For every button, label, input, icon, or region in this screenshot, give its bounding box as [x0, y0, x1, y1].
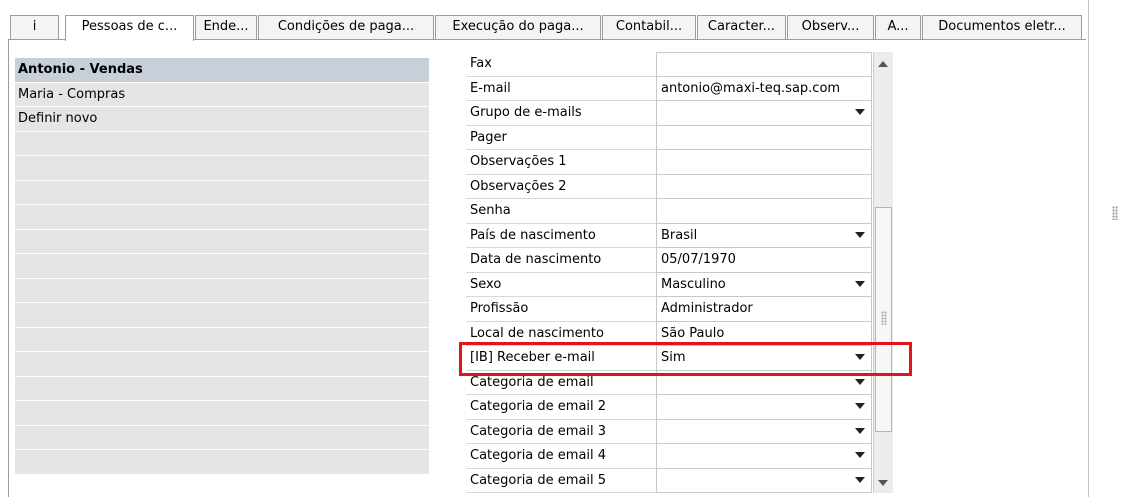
field-label: País de nascimento	[466, 224, 656, 248]
contact-row-empty[interactable]	[15, 180, 429, 205]
tab-electronic-documents[interactable]: Documentos eletr...	[922, 15, 1082, 39]
contact-row-selected[interactable]: Antonio - Vendas	[15, 58, 429, 83]
select-value: Masculino	[661, 276, 726, 292]
scroll-up-icon[interactable]	[878, 61, 888, 67]
field-row-email-category-5: Categoria de email 5	[466, 468, 872, 493]
chevron-down-icon[interactable]	[855, 109, 865, 115]
chevron-down-icon[interactable]	[855, 452, 865, 458]
fax-field[interactable]	[656, 52, 872, 77]
field-row-email-group: Grupo de e-mails	[466, 101, 872, 126]
birth-date-field[interactable]: 05/07/1970	[656, 248, 872, 273]
contact-row-empty[interactable]	[15, 352, 429, 377]
field-label: Categoria de email 3	[466, 420, 656, 444]
tab-remarks[interactable]: Observ...	[787, 15, 874, 39]
field-row-email-category-3: Categoria de email 3	[466, 419, 872, 444]
remarks-2-field[interactable]	[656, 174, 872, 199]
field-label: Categoria de email 4	[466, 444, 656, 469]
field-row-email-category-4: Categoria de email 4	[466, 444, 872, 469]
email-group-select[interactable]	[656, 101, 872, 126]
contact-row-empty[interactable]	[15, 401, 429, 426]
window-right-border	[1088, 0, 1089, 497]
field-row-sex: Sexo Masculino	[466, 272, 872, 297]
contact-list: Antonio - Vendas Maria - Compras Definir…	[15, 58, 429, 498]
contact-row-empty[interactable]	[15, 131, 429, 156]
field-row-password: Senha	[466, 199, 872, 224]
field-label: Grupo de e-mails	[466, 101, 656, 126]
field-label: Pager	[466, 126, 656, 150]
field-row-remarks-2: Observações 2	[466, 174, 872, 199]
chevron-down-icon[interactable]	[855, 403, 865, 409]
field-row-birth-country: País de nascimento Brasil	[466, 223, 872, 248]
scrollbar-thumb[interactable]	[875, 207, 892, 432]
tab-bar: i Pessoas de c... Ende... Condições de p…	[8, 15, 1088, 41]
field-row-fax: Fax	[466, 52, 872, 77]
tab-addresses[interactable]: Ende...	[195, 15, 257, 39]
resize-grip-icon[interactable]	[1112, 206, 1118, 220]
pager-field[interactable]	[656, 125, 872, 150]
sex-select[interactable]: Masculino	[656, 272, 872, 297]
field-label: Categoria de email 5	[466, 469, 656, 493]
field-label: Profissão	[466, 297, 656, 322]
contact-row-empty[interactable]	[15, 425, 429, 450]
chevron-down-icon[interactable]	[855, 231, 865, 238]
field-label: Data de nascimento	[466, 248, 656, 273]
password-field[interactable]	[656, 199, 872, 224]
birth-country-select[interactable]: Brasil	[656, 223, 872, 248]
chevron-down-icon[interactable]	[855, 378, 865, 385]
contact-row-empty[interactable]	[15, 450, 429, 475]
contact-row-empty[interactable]	[15, 376, 429, 401]
highlight-box	[459, 342, 912, 376]
tab-contact-persons[interactable]: Pessoas de c...	[65, 15, 194, 41]
vertical-scrollbar[interactable]	[873, 52, 893, 493]
field-row-pager: Pager	[466, 125, 872, 150]
contact-row-empty[interactable]	[15, 229, 429, 254]
tab-accounting[interactable]: Contabil...	[602, 15, 696, 39]
tab-payment-terms[interactable]: Condições de paga...	[258, 15, 434, 39]
chevron-down-icon[interactable]	[855, 476, 865, 483]
contact-row-empty[interactable]	[15, 278, 429, 303]
contact-row-empty[interactable]	[15, 205, 429, 230]
scroll-down-icon[interactable]	[878, 480, 888, 486]
field-row-remarks-1: Observações 1	[466, 150, 872, 175]
remarks-1-field[interactable]	[656, 150, 872, 175]
contact-row-empty[interactable]	[15, 156, 429, 181]
field-label: Observações 2	[466, 175, 656, 199]
email-category-4-select[interactable]	[656, 444, 872, 469]
contact-fields-form: Fax E-mail antonio@maxi-teq.sap.com Grup…	[466, 52, 872, 493]
chevron-down-icon[interactable]	[855, 280, 865, 287]
tab-payment-run[interactable]: Execução do paga...	[435, 15, 601, 39]
field-label: Fax	[466, 52, 656, 77]
contact-row-empty[interactable]	[15, 254, 429, 279]
field-row-email-category-2: Categoria de email 2	[466, 395, 872, 420]
email-field[interactable]: antonio@maxi-teq.sap.com	[656, 76, 872, 101]
email-category-5-select[interactable]	[656, 468, 872, 493]
field-label: Sexo	[466, 273, 656, 297]
field-label: Categoria de email 2	[466, 395, 656, 420]
tab-properties[interactable]: Caracter...	[697, 15, 786, 39]
field-row-email: E-mail antonio@maxi-teq.sap.com	[466, 76, 872, 101]
field-label: Senha	[466, 199, 656, 224]
profession-field[interactable]: Administrador	[656, 297, 872, 322]
contact-row[interactable]: Maria - Compras	[15, 82, 429, 107]
field-label: E-mail	[466, 77, 656, 101]
field-row-birth-date: Data de nascimento 05/07/1970	[466, 248, 872, 273]
contact-row-empty[interactable]	[15, 327, 429, 352]
grip-icon	[881, 311, 887, 325]
select-value: Brasil	[661, 227, 698, 243]
tab-attachments[interactable]: A...	[875, 15, 921, 39]
tab-general[interactable]: i	[10, 15, 59, 39]
email-category-3-select[interactable]	[656, 419, 872, 444]
field-label: Observações 1	[466, 150, 656, 175]
contact-row-define-new[interactable]: Definir novo	[15, 107, 429, 132]
field-row-profession: Profissão Administrador	[466, 297, 872, 322]
chevron-down-icon[interactable]	[855, 427, 865, 434]
email-category-2-select[interactable]	[656, 395, 872, 420]
contact-row-empty[interactable]	[15, 303, 429, 328]
